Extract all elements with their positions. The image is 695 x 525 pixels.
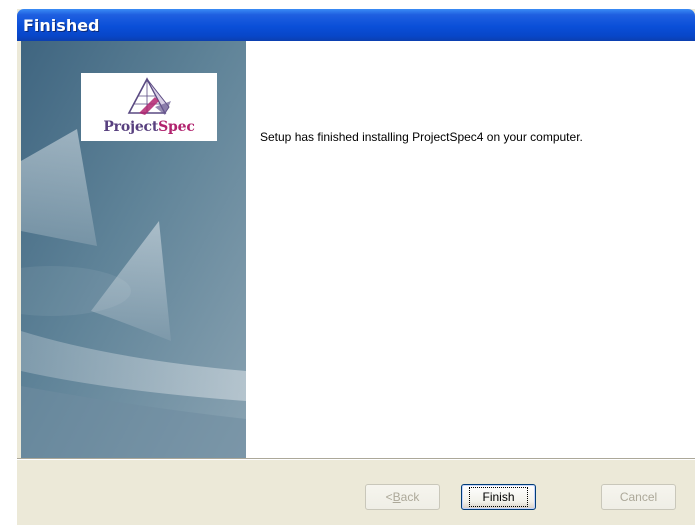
- back-button[interactable]: < Back: [365, 484, 440, 510]
- back-button-prefix: <: [385, 490, 393, 504]
- back-button-label: ack: [400, 490, 420, 504]
- setup-dialog: Finished ProjectSpec Setup has finished …: [17, 9, 695, 525]
- projectspec-logo: ProjectSpec: [81, 73, 217, 141]
- cancel-button[interactable]: Cancel: [601, 484, 676, 510]
- finish-message: Setup has finished installing ProjectSpe…: [260, 130, 583, 144]
- dialog-client-area: ProjectSpec Setup has finished installin…: [17, 41, 695, 525]
- logo-text-project: Project: [103, 119, 159, 135]
- finish-button-label: Finish: [469, 487, 528, 507]
- window-title: Finished: [23, 16, 100, 35]
- finish-button[interactable]: Finish: [461, 484, 536, 510]
- button-divider: [17, 458, 695, 460]
- logo-pyramid-icon: [127, 77, 171, 115]
- cancel-button-label: Cancel: [619, 490, 658, 504]
- logo-text-spec: Spec: [158, 119, 195, 135]
- logo-wordmark: ProjectSpec: [81, 119, 217, 135]
- back-button-mnemonic: B: [392, 490, 401, 504]
- content-panel: Setup has finished installing ProjectSpe…: [246, 41, 695, 458]
- title-bar[interactable]: Finished: [17, 9, 695, 41]
- side-banner-image: ProjectSpec: [21, 41, 246, 458]
